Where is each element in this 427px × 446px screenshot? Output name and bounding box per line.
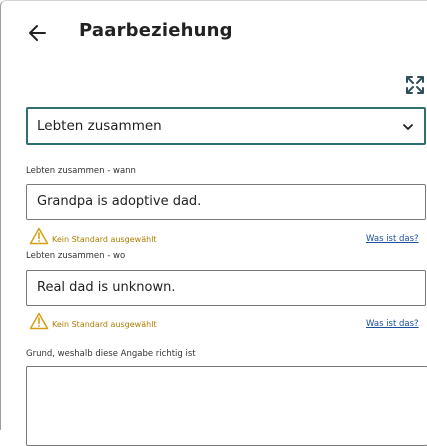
field-when-warning: Kein Standard ausgewählt [52,235,157,244]
field-reason-label: Grund, weshalb diese Angabe richtig ist [26,349,196,359]
field-when-value: Grandpa is adoptive dad. [37,194,202,209]
relationship-type-value: Lebten zusammen [37,118,162,134]
field-when-label: Lebten zusammen - wann [26,166,136,176]
field-where-label: Lebten zusammen - wo [26,251,126,261]
field-where-input[interactable]: Real dad is unknown. [26,270,426,306]
back-button[interactable] [27,22,49,44]
warning-triangle-icon [29,312,49,330]
expand-arrows-icon [406,76,424,94]
field-where-warning: Kein Standard ausgewählt [52,320,157,329]
expand-button[interactable] [404,74,426,96]
field-when-input[interactable]: Grandpa is adoptive dad. [26,184,426,220]
field-where-value: Real dad is unknown. [37,280,176,295]
field-reason-textarea[interactable] [26,366,427,446]
page-title: Paarbeziehung [79,20,233,41]
paarbeziehung-panel: Paarbeziehung Lebten zusammen Lebten zus… [0,0,427,446]
chevron-down-icon [403,124,413,130]
field-when-help-link[interactable]: Was ist das? [366,234,427,244]
warning-triangle-icon [29,227,49,245]
arrow-left-icon [29,25,46,41]
field-where-help-link[interactable]: Was ist das? [366,319,427,329]
relationship-type-select[interactable]: Lebten zusammen [26,107,426,145]
